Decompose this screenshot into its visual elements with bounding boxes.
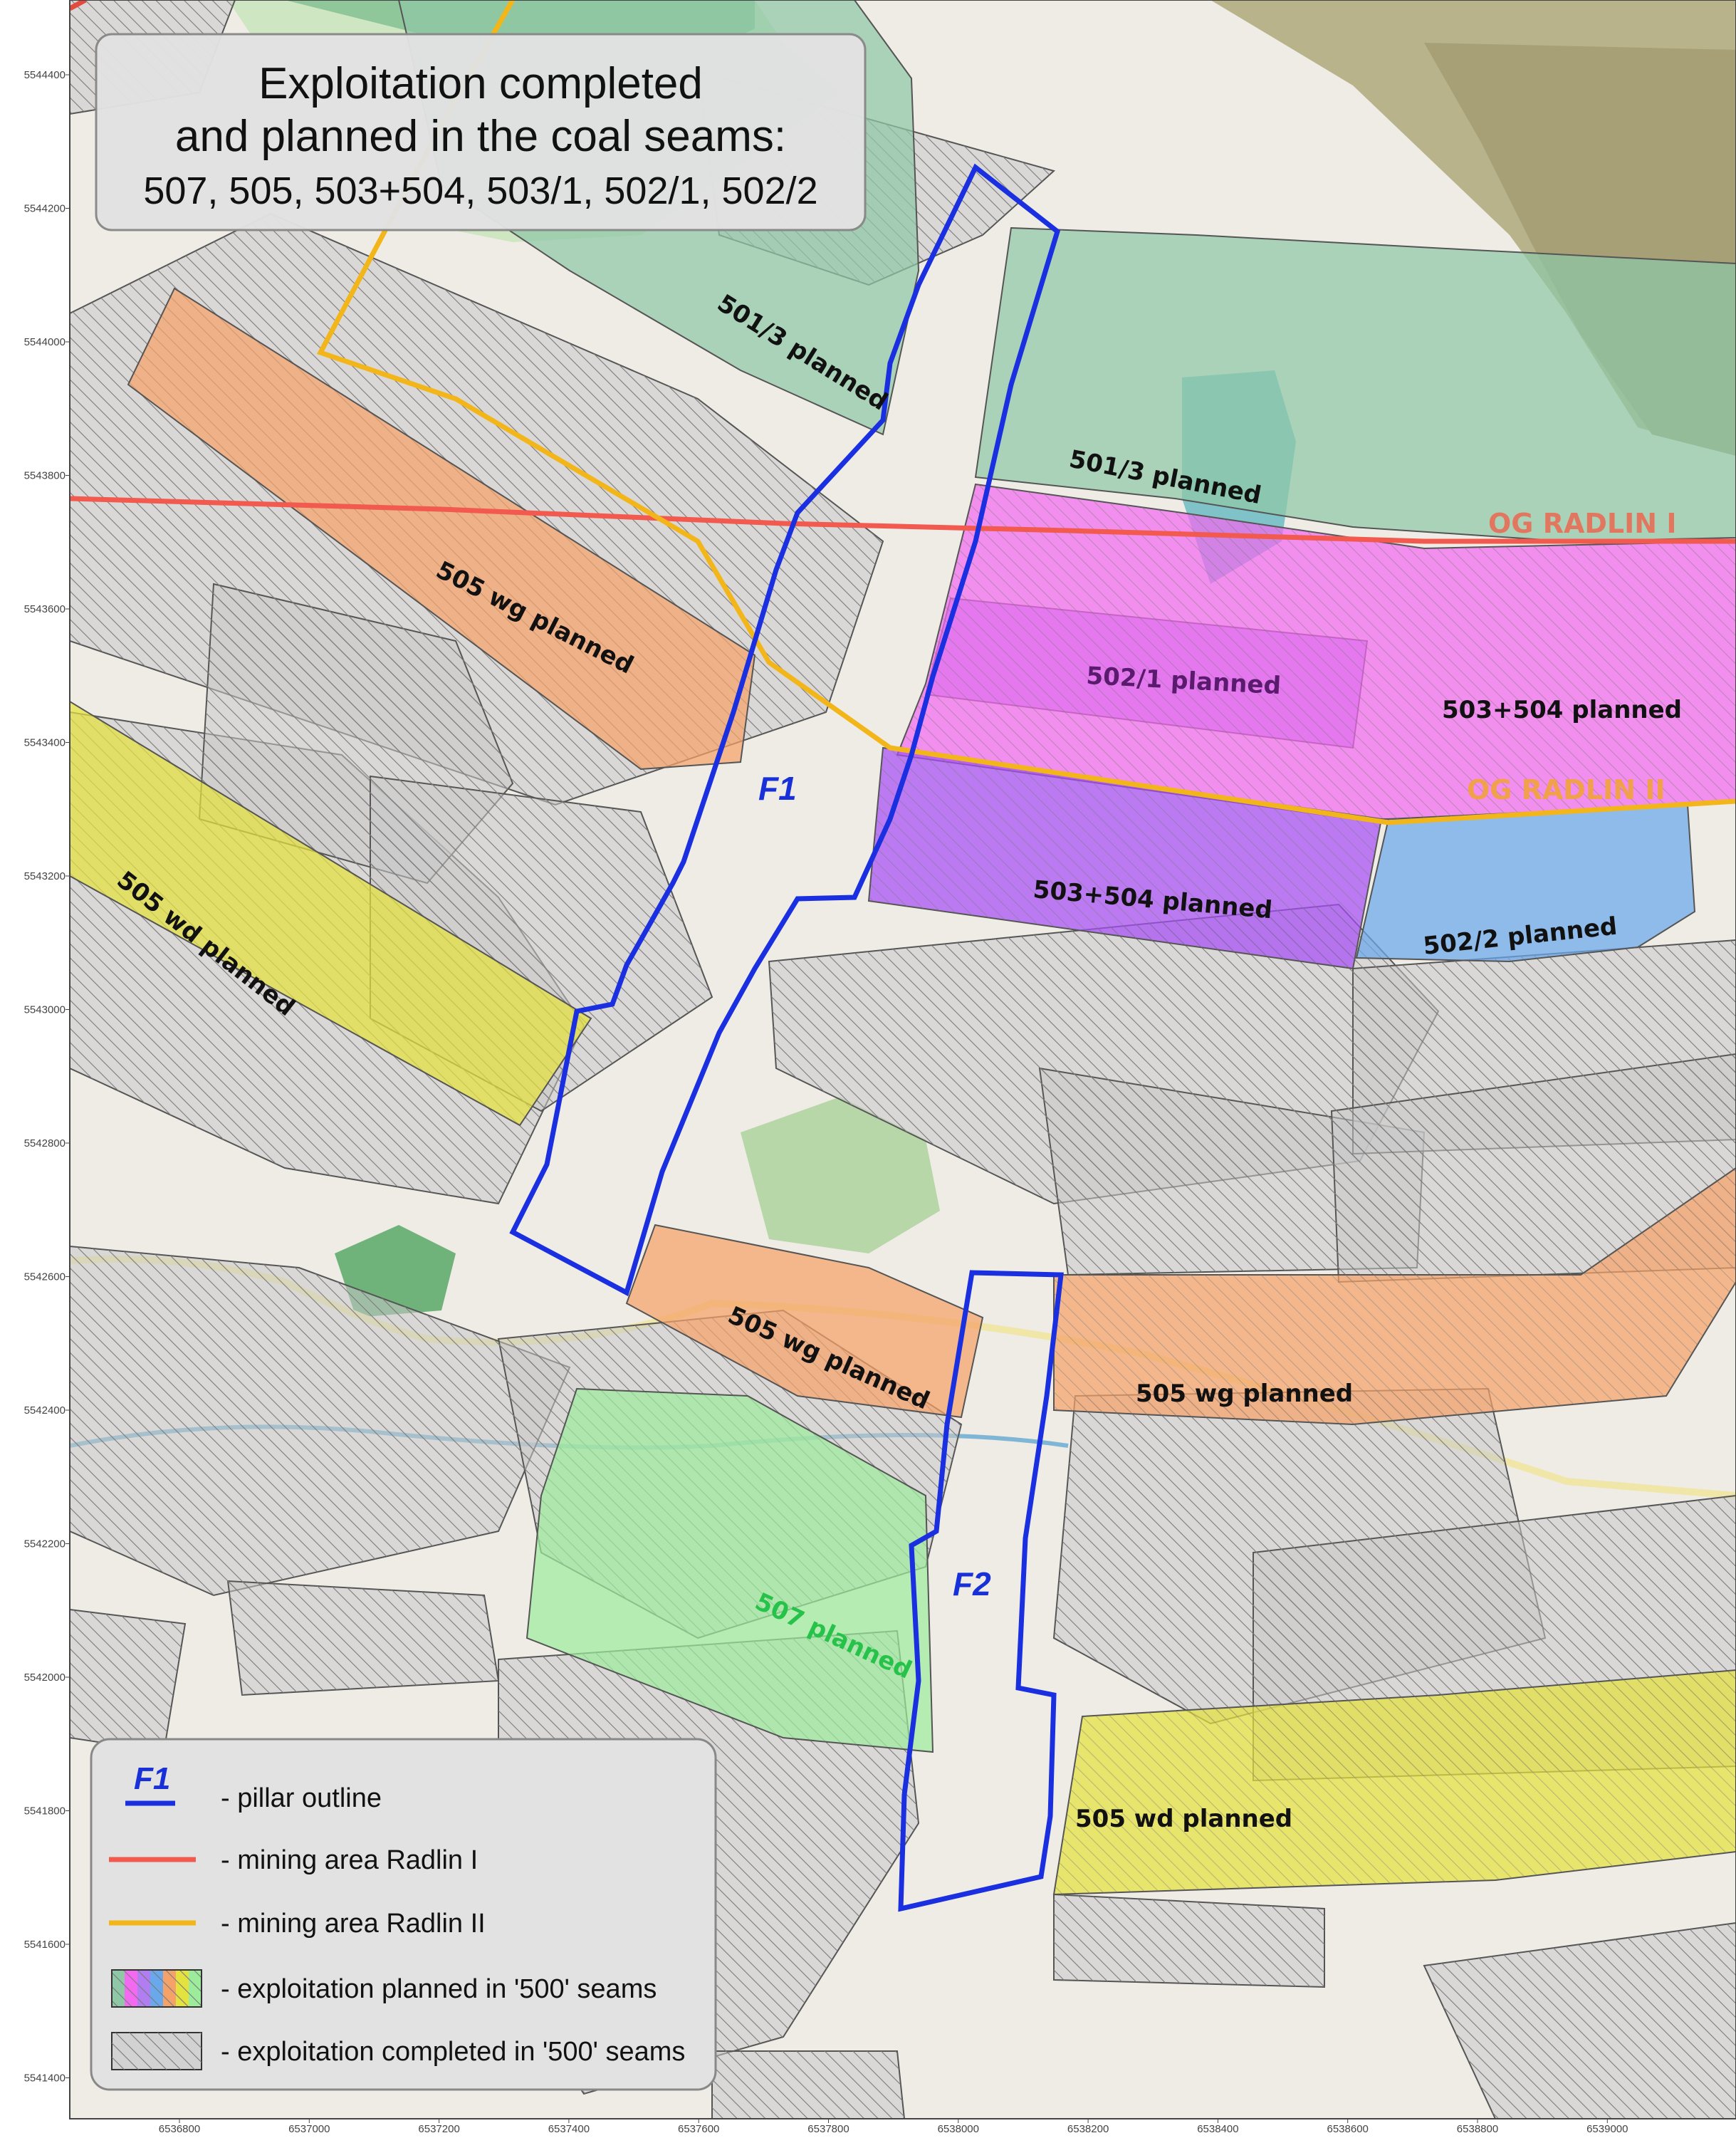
- y-tick-label: 5544400: [24, 69, 66, 81]
- title-line-1: Exploitation completed: [258, 59, 703, 108]
- legend-item-pillar-outline: - pillar outline: [221, 1783, 382, 1813]
- x-tick-label: 6537400: [548, 2123, 590, 2135]
- y-tick-label: 5543200: [24, 870, 66, 882]
- legend-item-planned: - exploitation planned in '500' seams: [221, 1974, 657, 2004]
- x-tick-label: 6536800: [159, 2123, 200, 2135]
- x-tick-label: 6538400: [1197, 2123, 1238, 2135]
- y-tick-label: 5543600: [24, 603, 66, 615]
- title-line-2: and planned in the coal seams:: [175, 112, 786, 161]
- x-tick-label: 6537600: [678, 2123, 719, 2135]
- x-tick-label: 6537200: [418, 2123, 459, 2135]
- y-tick-label: 5541800: [24, 1805, 66, 1818]
- y-tick-label: 5541600: [24, 1939, 66, 1951]
- x-tick-label: 6537800: [807, 2123, 849, 2135]
- x-tick-label: 6539000: [1586, 2123, 1628, 2135]
- legend-pillar-symbol: F1: [134, 1761, 170, 1796]
- map-area: 501/3 planned 501/3 planned 505 wg plann…: [70, 0, 1736, 2119]
- y-tick-label: 5541400: [24, 2072, 66, 2085]
- y-tick-label: 5542400: [24, 1404, 66, 1417]
- label-og-radlin-i: OG RADLIN I: [1488, 508, 1676, 539]
- x-tick-label: 6538800: [1457, 2123, 1498, 2135]
- hatched-swatch-pattern: [112, 2033, 202, 2070]
- legend-item-completed: - exploitation completed in '500' seams: [221, 2037, 685, 2067]
- y-tick-label: 5542600: [24, 1271, 66, 1283]
- x-tick-label: 6538000: [938, 2123, 979, 2135]
- y-tick-label: 5543000: [24, 1004, 66, 1016]
- y-tick-label: 5542200: [24, 1538, 66, 1550]
- y-tick-label: 5543400: [24, 737, 66, 749]
- y-tick-label: 5542000: [24, 1672, 66, 1684]
- label-503-504-upper: 503+504 planned: [1442, 696, 1682, 724]
- title-box: Exploitation completed and planned in th…: [95, 33, 867, 231]
- x-tick-label: 6537000: [288, 2123, 330, 2135]
- legend-item-radlin-ii: - mining area Radlin II: [221, 1909, 486, 1939]
- label-pillar-f1: F1: [758, 770, 797, 807]
- map-figure: 501/3 planned 501/3 planned 505 wg plann…: [0, 0, 1736, 2138]
- legend-box: F1 - pillar outline - mining area Radlin…: [90, 1738, 717, 2091]
- x-tick-label: 6538600: [1327, 2123, 1368, 2135]
- x-tick-label: 6538200: [1067, 2123, 1109, 2135]
- y-tick-label: 5542800: [24, 1137, 66, 1149]
- y-tick-label: 5544200: [24, 203, 66, 215]
- title-line-3: 507, 505, 503+504, 503/1, 502/1, 502/2: [143, 170, 817, 212]
- y-tick-label: 5543800: [24, 470, 66, 482]
- label-505-wg-right: 505 wg planned: [1136, 1380, 1353, 1408]
- label-pillar-f2: F2: [953, 1565, 991, 1602]
- legend-item-radlin-i: - mining area Radlin I: [221, 1845, 478, 1875]
- label-og-radlin-ii: OG RADLIN II: [1467, 774, 1666, 805]
- y-tick-label: 5544000: [24, 336, 66, 348]
- swatch-hatch: [111, 1969, 202, 2008]
- label-505-wd-right: 505 wd planned: [1075, 1805, 1292, 1833]
